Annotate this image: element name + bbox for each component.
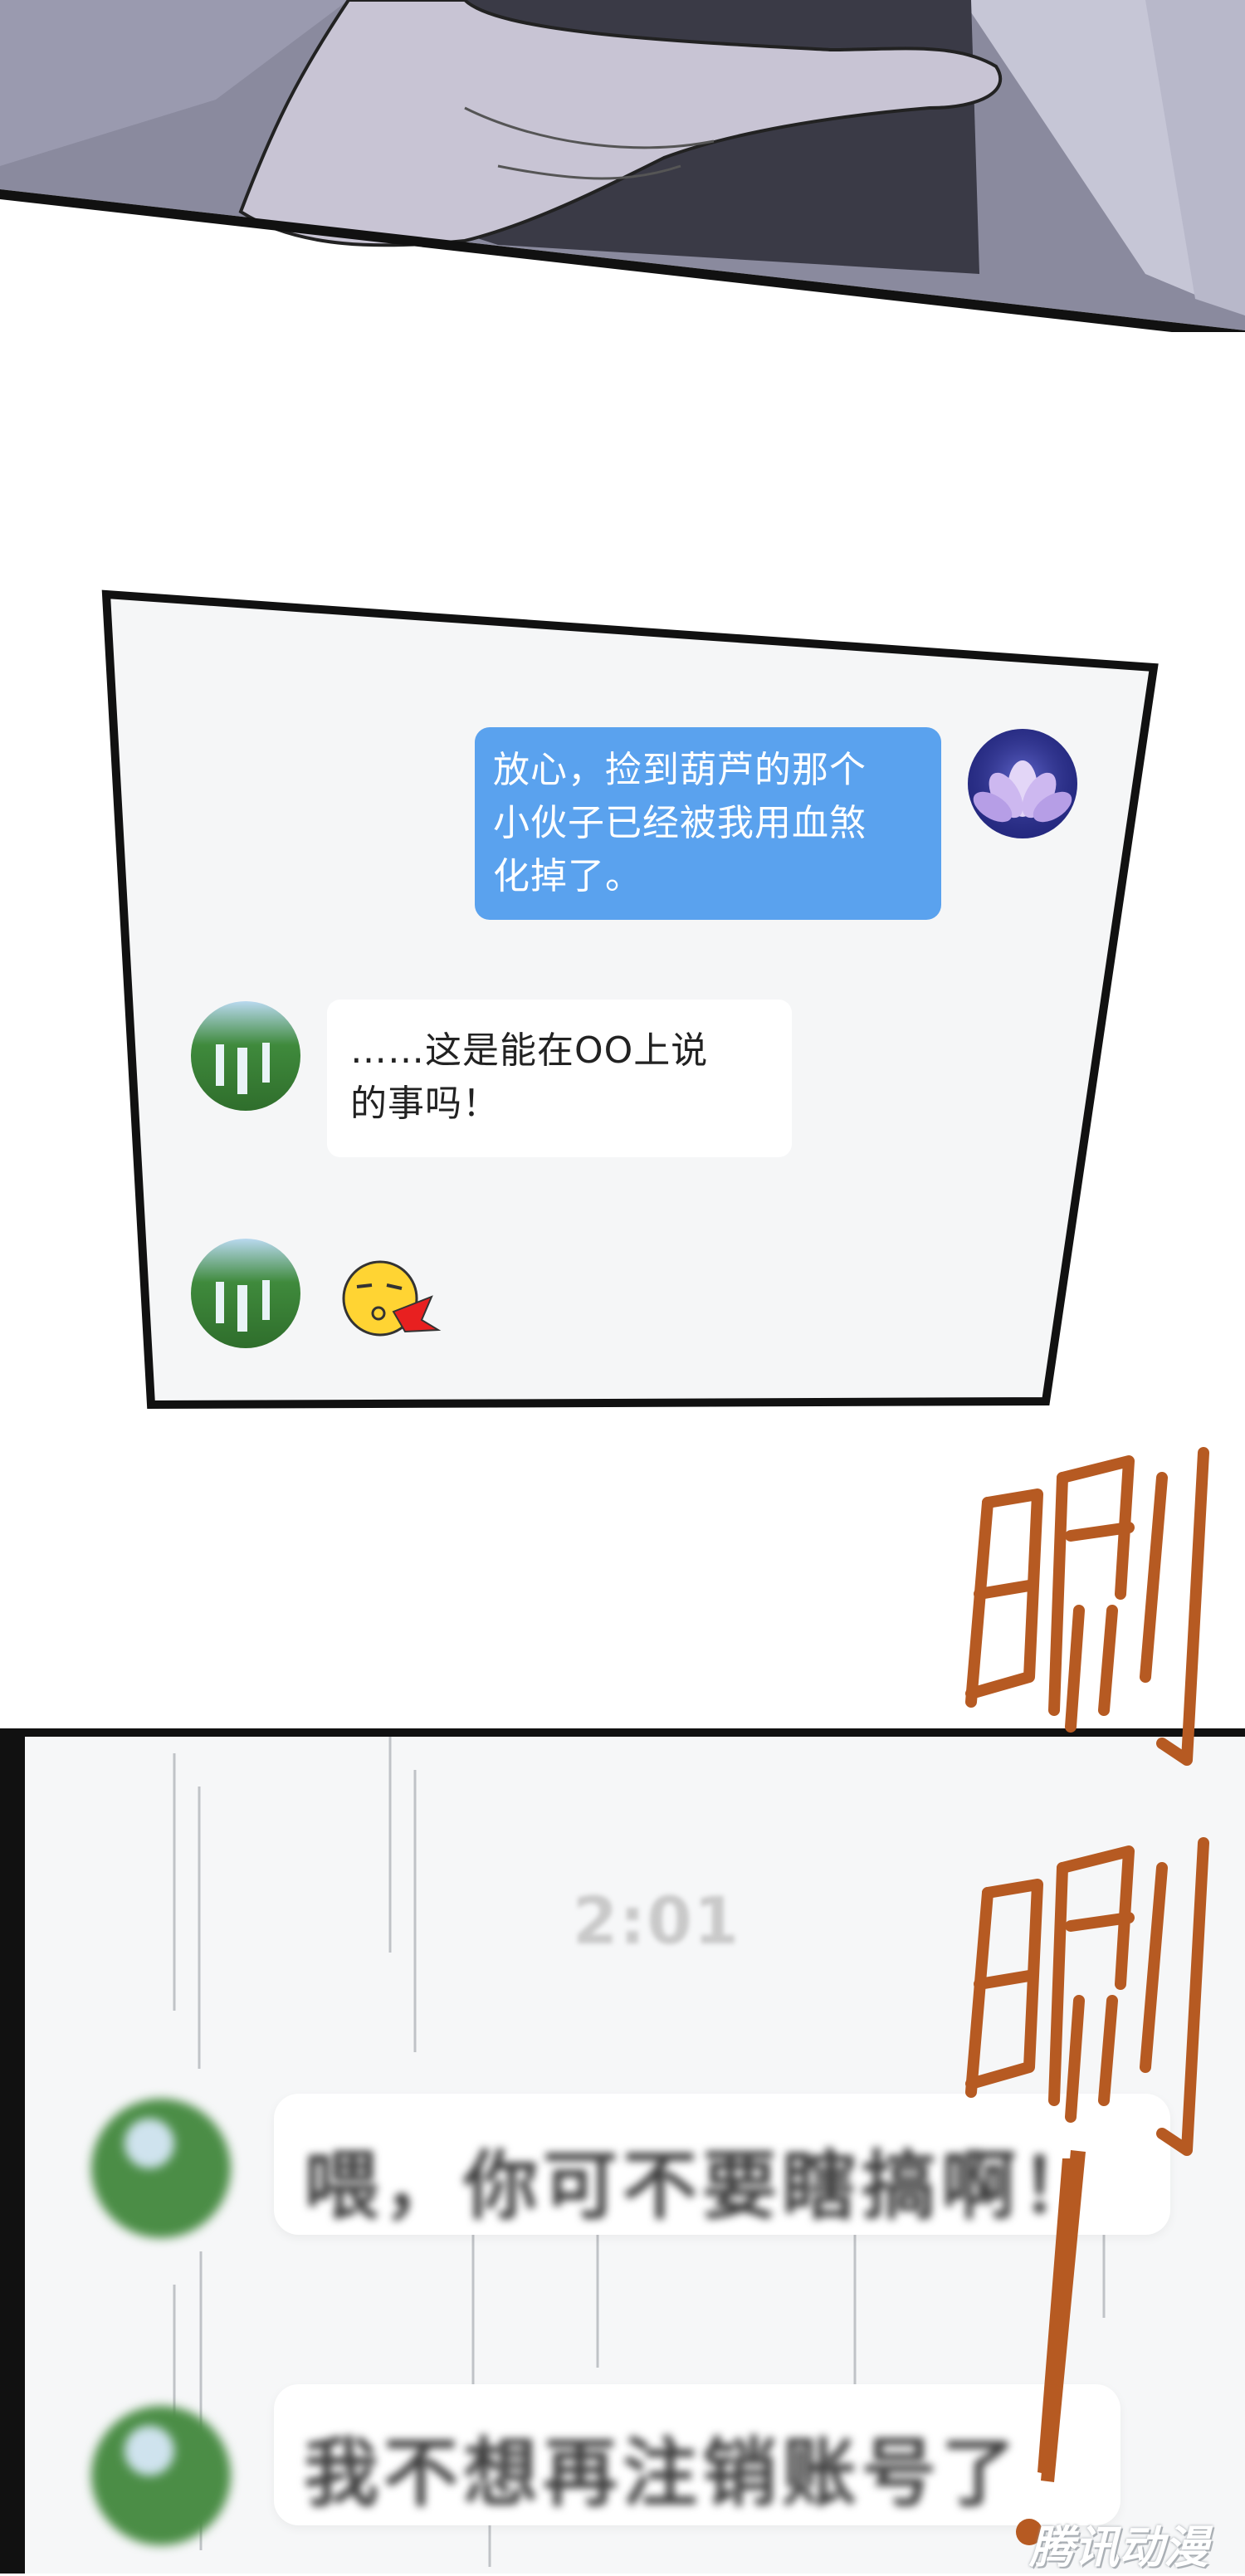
sfx-swish bbox=[965, 1447, 1209, 2545]
my-message-line: 放心，捡到葫芦的那个 bbox=[493, 749, 867, 791]
blurred-message-text: 我不想再注销账号了 bbox=[304, 2430, 1021, 2517]
my-message-line: 化掉了。 bbox=[493, 855, 642, 897]
my-message-line: 小伙子已经被我用血煞 bbox=[493, 802, 867, 844]
blurred-timestamp: 2:01 bbox=[573, 1884, 741, 1959]
other-message-line: 的事吗！ bbox=[350, 1083, 500, 1125]
other-message-line: ……这是能在OO上说 bbox=[350, 1029, 709, 1072]
watermark-logo: 腾讯动漫 bbox=[1029, 2521, 1208, 2574]
panel-border-left bbox=[0, 1728, 28, 2574]
chat-screen-panel bbox=[101, 589, 1159, 1410]
waterfall-avatar bbox=[191, 1239, 300, 1348]
lotus-avatar bbox=[968, 729, 1077, 838]
waterfall-avatar bbox=[191, 1001, 300, 1111]
